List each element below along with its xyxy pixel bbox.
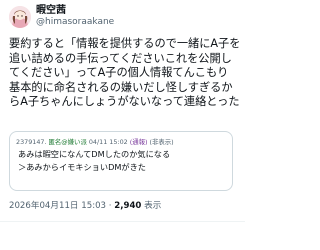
quote-date: 04/11 15:02 [88,138,128,146]
views-label: 表示 [141,201,162,211]
user-avatar-icon [9,6,31,28]
quote-poster-name: 匿名@嫌い派 [48,138,87,146]
author-display-name[interactable]: 暇空茜 [36,5,114,17]
quote-line: ＞あみからイモキショいDMがきた [18,162,146,172]
tweet-paragraph: 要約すると「情報を提供するので一緒にA子を追い詰めるの手伝ってくださいこれを公開… [9,37,241,80]
divider [0,221,245,222]
tweet-timestamp[interactable]: 2026年04月11日 15:03 · [9,201,114,211]
views-count: 2,940 [114,201,142,211]
tweet-card: 暇空茜 @himasoraakane 要約すると「情報を提供するので一緒にA子を… [0,0,245,250]
tweet-meta: 2026年04月11日 15:03 · 2,940 表示 [9,200,161,212]
quoted-post[interactable]: 2379147. 匿名@嫌い派 04/11 15:02 (通報) (非表示) あみは暇空… [9,131,233,191]
avatar[interactable] [9,6,31,28]
quote-hide-link[interactable]: (非表示) [150,138,174,146]
quote-line: あみは暇空になんてDMしたのか気になる [18,149,171,159]
author-handle[interactable]: @himasoraakane [36,17,114,28]
quote-report-link[interactable]: (通報) [130,138,148,146]
tweet-text: 要約すると「情報を提供するので一緒にA子を追い詰めるの手伝ってくださいこれを公開… [9,37,241,110]
quote-post-number: 2379147. [16,138,47,146]
tweet-paragraph: 基本的に命名されるの嫌いだし怪しすぎるからA子ちゃんにしょうがないなって連絡とっ… [9,80,240,109]
author-info[interactable]: 暇空茜 @himasoraakane [36,5,114,28]
quote-header: 2379147. 匿名@嫌い派 04/11 15:02 (通報) (非表示) [16,138,174,147]
